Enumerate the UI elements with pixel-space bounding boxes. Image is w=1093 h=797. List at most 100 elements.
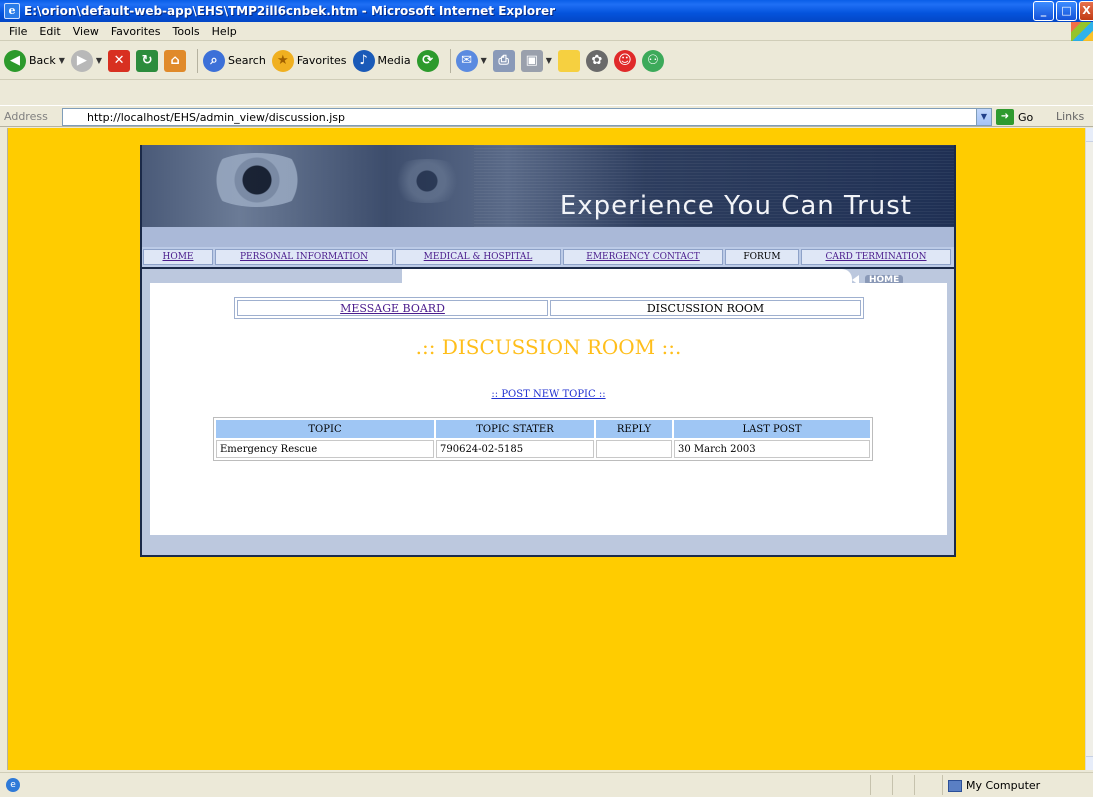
status-bar: e My Computer: [0, 772, 1093, 797]
page-icon: [67, 110, 81, 124]
nav-home[interactable]: HOME: [143, 249, 213, 265]
forum-subtabs: MESSAGE BOARD DISCUSSION ROOM: [234, 297, 864, 319]
window-title: E:\orion\default-web-app\EHS\TMP2ill6cnb…: [24, 4, 556, 18]
home-toolbar-button[interactable]: ⌂: [164, 49, 187, 72]
menu-view[interactable]: View: [67, 25, 105, 38]
topics-table: TOPIC TOPIC STATER REPLY LAST POST Emerg…: [213, 417, 873, 461]
page-viewport: Experience You Can Trust HOME PERSONAL I…: [7, 128, 1085, 770]
go-button[interactable]: ➜ Go: [996, 109, 1033, 125]
banner-tagline: Experience You Can Trust: [559, 191, 912, 221]
chevron-down-icon[interactable]: ▼: [59, 56, 65, 65]
menu-bar: File Edit View Favorites Tools Help: [0, 22, 1093, 41]
refresh-icon: ↻: [136, 49, 159, 72]
security-zone: My Computer: [948, 779, 1040, 792]
flower-button[interactable]: ✿: [585, 49, 608, 72]
chevron-down-icon[interactable]: ▼: [546, 56, 552, 65]
menu-file[interactable]: File: [3, 25, 33, 38]
messenger-smiley-button[interactable]: ☺: [613, 49, 636, 72]
menu-help[interactable]: Help: [206, 25, 243, 38]
messenger-button[interactable]: ⚇: [641, 49, 664, 72]
status-divider: [870, 775, 871, 795]
stop-button[interactable]: ✕: [108, 49, 131, 72]
nav-personal-information[interactable]: PERSONAL INFORMATION: [215, 249, 393, 265]
windows-logo-icon: [1071, 22, 1093, 41]
address-dropdown-button[interactable]: ▼: [976, 108, 992, 126]
post-new-topic-link[interactable]: :: POST NEW TOPIC ::: [150, 389, 947, 400]
nav-emergency-contact[interactable]: EMERGENCY CONTACT: [563, 249, 723, 265]
column-header-topic-stater: TOPIC STATER: [436, 420, 594, 438]
menu-favorites[interactable]: Favorites: [105, 25, 167, 38]
forward-button[interactable]: ▶ ▼: [70, 49, 102, 72]
star-icon: ★: [271, 49, 294, 72]
chevron-down-icon[interactable]: ▼: [96, 56, 102, 65]
chevron-down-icon[interactable]: ▼: [481, 56, 487, 65]
mail-icon: ✉: [455, 49, 478, 72]
nav-medical-hospital[interactable]: MEDICAL & HOSPITAL: [395, 249, 561, 265]
media-icon: ♪: [352, 49, 375, 72]
address-bar: Address http://localhost/EHS/admin_view/…: [0, 105, 1093, 127]
status-divider: [914, 775, 915, 795]
last-post-cell: 30 March 2003: [674, 440, 870, 458]
media-button[interactable]: ♪ Media: [352, 49, 411, 72]
topic-cell[interactable]: Emergency Rescue: [216, 440, 434, 458]
panel-notch-left: [150, 269, 402, 283]
eye-image-faded: [382, 159, 472, 203]
menu-edit[interactable]: Edit: [33, 25, 66, 38]
site-frame: Experience You Can Trust HOME PERSONAL I…: [140, 145, 956, 557]
page-title: .:: DISCUSSION ROOM ::.: [415, 335, 682, 359]
table-row[interactable]: Emergency Rescue 790624-02-5185 30 March…: [216, 440, 870, 458]
edit-button[interactable]: ▣ ▼: [520, 49, 552, 72]
close-button[interactable]: X: [1079, 1, 1093, 21]
column-header-last-post: LAST POST: [674, 420, 870, 438]
status-divider: [942, 775, 943, 795]
zone-label: My Computer: [966, 779, 1041, 792]
toolbar-separator: [449, 48, 451, 73]
topic-stater-cell: 790624-02-5185: [436, 440, 594, 458]
home-icon: ⌂: [164, 49, 187, 72]
stop-icon: ✕: [108, 49, 131, 72]
search-label: Search: [228, 54, 266, 67]
people-icon: ⚇: [641, 49, 664, 72]
address-input[interactable]: http://localhost/EHS/admin_view/discussi…: [62, 108, 978, 126]
site-banner: Experience You Can Trust: [142, 145, 954, 227]
tab-message-board[interactable]: MESSAGE BOARD: [237, 300, 548, 316]
column-header-reply: REPLY: [596, 420, 672, 438]
scroll-up-button[interactable]: [1086, 128, 1093, 142]
eye-image: [202, 153, 312, 207]
minimize-button[interactable]: _: [1033, 1, 1054, 21]
content-area: MESSAGE BOARD DISCUSSION ROOM .:: DISCUS…: [150, 283, 947, 535]
toolbar-separator: [197, 48, 199, 73]
address-label: Address: [4, 109, 48, 123]
edit-icon: ▣: [520, 49, 543, 72]
go-arrow-icon: ➜: [996, 109, 1014, 125]
forward-arrow-icon: ▶: [70, 49, 93, 72]
ie-icon: e: [4, 3, 20, 19]
menu-tools[interactable]: Tools: [167, 25, 206, 38]
status-divider: [892, 775, 893, 795]
back-arrow-icon: ◀: [4, 49, 26, 72]
reply-cell: [596, 440, 672, 458]
print-button[interactable]: ⎙: [492, 49, 515, 72]
maximize-button[interactable]: □: [1056, 1, 1077, 21]
discuss-button[interactable]: [557, 49, 580, 72]
links-button[interactable]: Links: [1056, 110, 1084, 123]
computer-icon: [948, 779, 962, 792]
main-nav: HOME PERSONAL INFORMATION MEDICAL & HOSP…: [142, 247, 954, 267]
search-button[interactable]: ⌕ Search: [203, 49, 266, 72]
nav-forum[interactable]: FORUM: [725, 249, 799, 265]
address-url: http://localhost/EHS/admin_view/discussi…: [87, 110, 345, 124]
standard-toolbar: ◀ Back ▼ ▶ ▼ ✕ ↻ ⌂ ⌕ Search ★ Favorites …: [0, 42, 1093, 80]
vertical-scrollbar[interactable]: [1085, 128, 1093, 770]
flower-icon: ✿: [585, 49, 608, 72]
window-title-bar[interactable]: e E:\orion\default-web-app\EHS\TMP2ill6c…: [0, 0, 1093, 22]
refresh-button[interactable]: ↻: [136, 49, 159, 72]
history-button[interactable]: ⟳: [416, 49, 439, 72]
banner-band: [142, 227, 954, 247]
nav-card-termination[interactable]: CARD TERMINATION: [801, 249, 951, 265]
scroll-down-button[interactable]: [1086, 756, 1093, 770]
media-label: Media: [377, 54, 411, 67]
favorites-button[interactable]: ★ Favorites: [271, 49, 347, 72]
tab-discussion-room[interactable]: DISCUSSION ROOM: [550, 300, 861, 316]
back-button[interactable]: ◀ Back ▼: [4, 49, 65, 72]
mail-button[interactable]: ✉ ▼: [455, 49, 487, 72]
